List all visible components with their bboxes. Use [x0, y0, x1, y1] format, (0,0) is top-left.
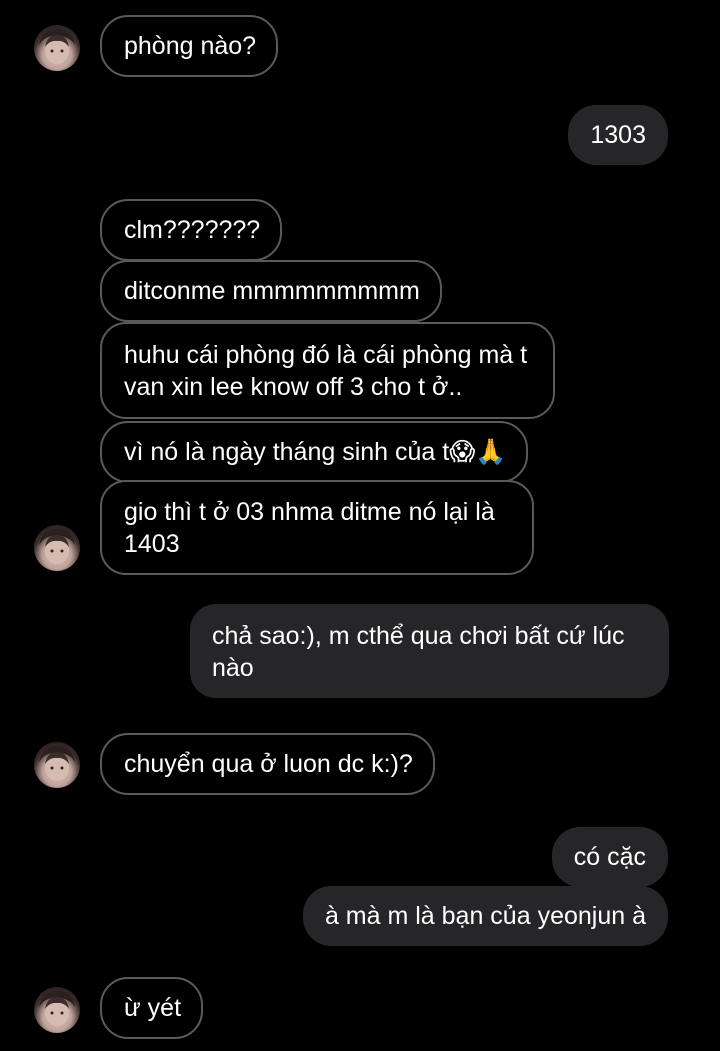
- sent-message[interactable]: à mà m là bạn của yeonjun à: [302, 886, 668, 946]
- sent-message[interactable]: chả sao:), m cthể qua chơi bất cứ lúc nà…: [190, 604, 669, 698]
- received-message[interactable]: phòng nào?: [100, 15, 279, 77]
- sent-message[interactable]: 1303: [568, 105, 668, 165]
- avatar-photo-icon: [39, 991, 75, 1026]
- received-message[interactable]: chuyển qua ở luon dc k:)?: [100, 733, 435, 795]
- sent-message[interactable]: có cặc: [551, 827, 668, 887]
- contact-avatar[interactable]: [34, 742, 80, 788]
- avatar-photo-icon: [39, 29, 75, 64]
- received-message[interactable]: ừ yét: [100, 977, 204, 1039]
- received-message[interactable]: huhu cái phòng đó là cái phòng mà t van …: [100, 322, 555, 419]
- received-message[interactable]: clm???????: [100, 199, 283, 261]
- avatar-photo-icon: [39, 746, 75, 781]
- received-message[interactable]: ditconme mmmmmmmmm: [100, 260, 442, 322]
- received-message[interactable]: gio thì t ở 03 nhma ditme nó lại là 1403: [100, 480, 534, 575]
- contact-avatar[interactable]: [34, 25, 80, 71]
- contact-avatar[interactable]: [34, 525, 80, 571]
- received-message[interactable]: vì nó là ngày tháng sinh của t😱🙏: [100, 421, 529, 483]
- avatar-photo-icon: [39, 529, 75, 564]
- contact-avatar[interactable]: [34, 987, 80, 1033]
